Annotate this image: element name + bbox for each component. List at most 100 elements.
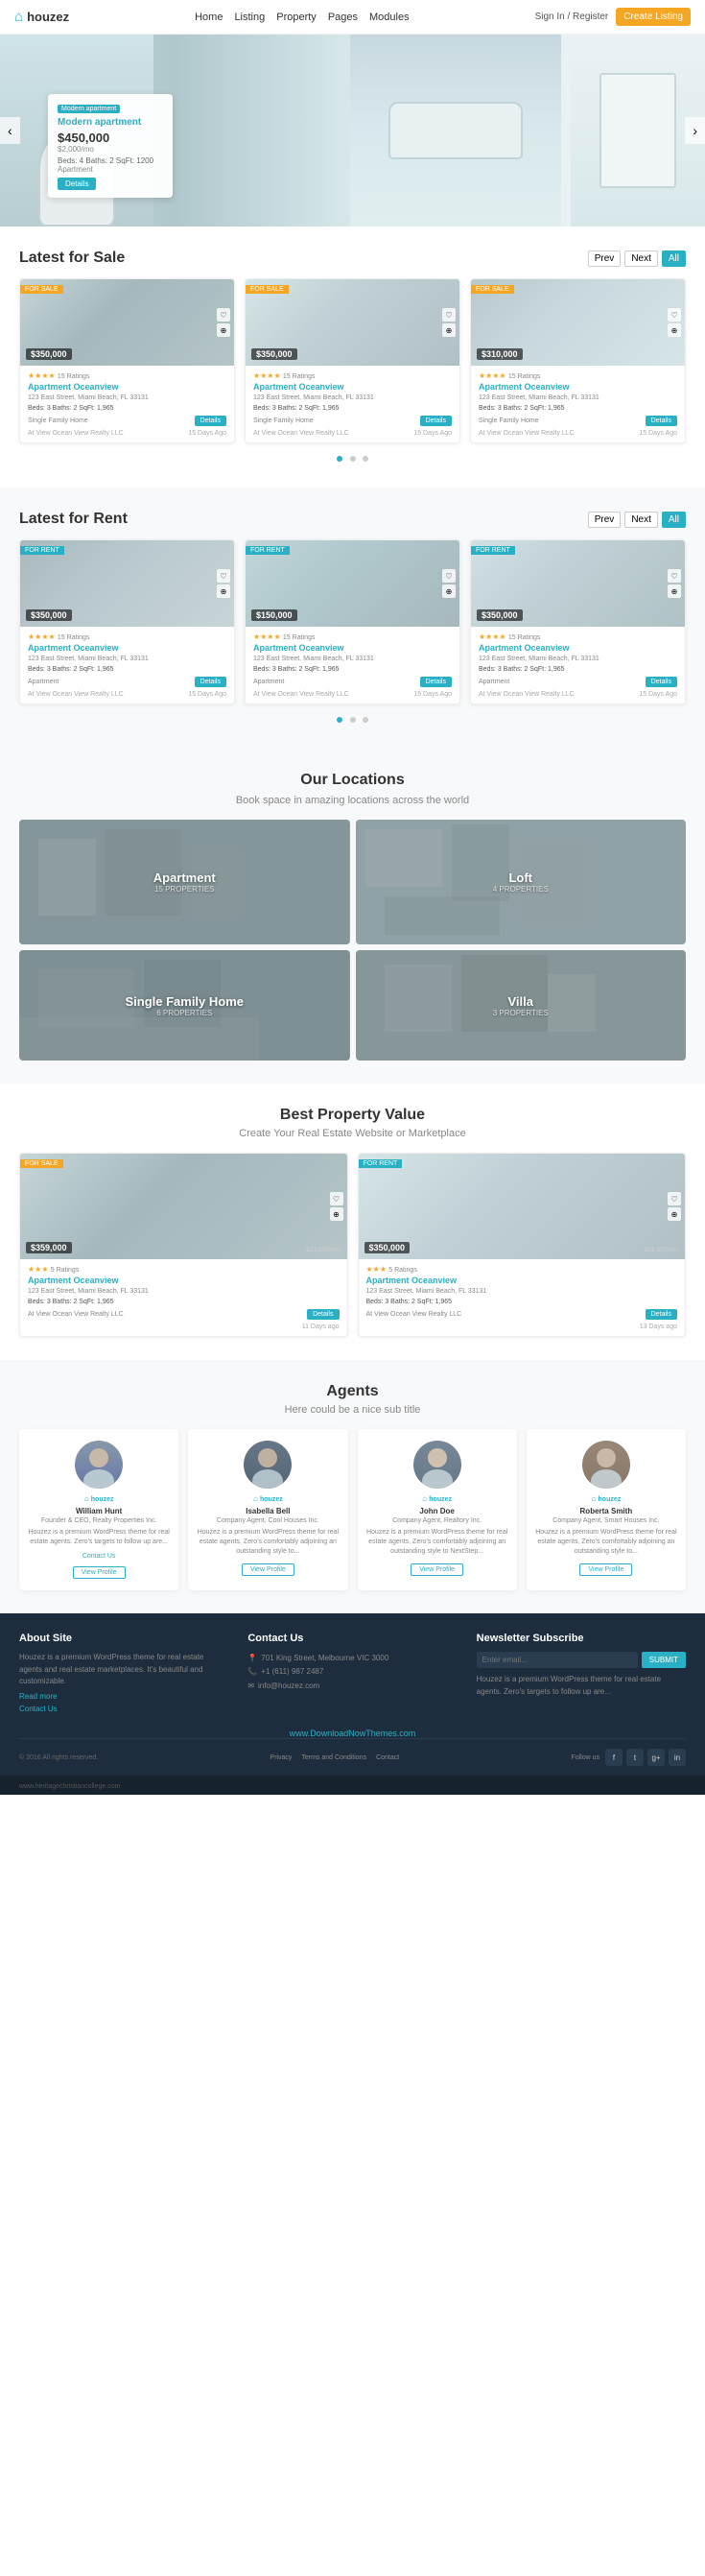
agent-2-view-profile[interactable]: View Profile	[242, 1563, 294, 1576]
rent-dot-3[interactable]	[363, 717, 368, 723]
newsletter-form: SUBMIT	[477, 1652, 686, 1668]
rent-card-3-favorite[interactable]: ♡	[668, 569, 681, 583]
sale-card-3-details-btn[interactable]: Details	[646, 416, 677, 426]
locations-section: Our Locations Book space in amazing loca…	[0, 749, 705, 1084]
sale-card-2-name[interactable]: Apartment Oceanview	[253, 382, 452, 392]
rent-next-button[interactable]: Next	[624, 512, 658, 528]
rent-dot-2[interactable]	[350, 717, 356, 723]
agent-1-contact[interactable]: Contact Us	[82, 1553, 116, 1560]
rent-card-3-stars: ★★★★ 15 Ratings	[479, 632, 677, 641]
rent-card-3-body: ★★★★ 15 Ratings Apartment Oceanview 123 …	[471, 627, 685, 704]
follow-us-label: Follow us	[571, 1754, 599, 1761]
rent-card-3-compare[interactable]: ⊕	[668, 584, 681, 598]
rent-card-3-details-btn[interactable]: Details	[646, 677, 677, 687]
sale-card-1-details-btn[interactable]: Details	[195, 416, 226, 426]
nav-pages[interactable]: Pages	[328, 12, 358, 23]
newsletter-submit[interactable]: SUBMIT	[642, 1652, 686, 1668]
sale-card-1-favorite[interactable]: ♡	[217, 308, 230, 322]
social-linkedin[interactable]: in	[669, 1749, 686, 1766]
rent-card-2-meta: At View Ocean View Realty LLC 15 Days Ag…	[253, 691, 452, 698]
rent-card-1-favorite[interactable]: ♡	[217, 569, 230, 583]
sale-card-2-details-btn[interactable]: Details	[420, 416, 452, 426]
sale-dot-1[interactable]	[337, 456, 342, 462]
rent-dot-1[interactable]	[337, 717, 342, 723]
sale-card-3-stars: ★★★★ 15 Ratings	[479, 371, 677, 380]
hero-prev-button[interactable]: ‹	[0, 117, 20, 144]
location-apartment[interactable]: Apartment 15 PROPERTIES	[19, 820, 350, 944]
nav-property[interactable]: Property	[276, 12, 317, 23]
rent-card-1-details-btn[interactable]: Details	[195, 677, 226, 687]
best-card-1-compare[interactable]: ⊕	[330, 1207, 343, 1221]
sale-prev-button[interactable]: Prev	[588, 250, 622, 267]
rent-card-2-favorite[interactable]: ♡	[442, 569, 456, 583]
rent-all-button[interactable]: All	[662, 512, 686, 528]
footer-bottom: © 2016 All rights reserved. Privacy Term…	[19, 1738, 686, 1766]
best-card-2-tag: FOR RENT	[359, 1159, 403, 1168]
best-card-2-compare[interactable]: ⊕	[668, 1207, 681, 1221]
footer-contact-bottom[interactable]: Contact	[376, 1754, 399, 1761]
social-twitter[interactable]: t	[626, 1749, 644, 1766]
best-card-2-controls: ♡ ⊕	[668, 1192, 681, 1221]
social-facebook[interactable]: f	[605, 1749, 623, 1766]
agent-card-3: ⌂ houzez John Doe Company Agent, Realtor…	[358, 1429, 517, 1590]
footer-privacy[interactable]: Privacy	[270, 1754, 292, 1761]
best-card-1: FOR SALE $359,000 $21,000/mo ♡ ⊕ ★★★ 5 R…	[19, 1153, 348, 1337]
best-property-section: Best Property Value Create Your Real Est…	[0, 1084, 705, 1360]
phone-icon: 📞	[247, 1667, 257, 1676]
rent-prev-button[interactable]: Prev	[588, 512, 622, 528]
best-card-2-name[interactable]: Apartment Oceanview	[366, 1276, 678, 1285]
best-card-1-favorite[interactable]: ♡	[330, 1192, 343, 1205]
best-card-2-favorite[interactable]: ♡	[668, 1192, 681, 1205]
location-sfh-count: 6 PROPERTIES	[156, 1009, 212, 1017]
footer-terms[interactable]: Terms and Conditions	[301, 1754, 366, 1761]
sale-card-1-compare[interactable]: ⊕	[217, 323, 230, 337]
nav-modules[interactable]: Modules	[369, 12, 410, 23]
best-card-1-details-btn[interactable]: Details	[307, 1309, 339, 1320]
sale-dot-3[interactable]	[363, 456, 368, 462]
sale-next-button[interactable]: Next	[624, 250, 658, 267]
footer-address: 📍701 King Street, Melbourne VIC 3000	[247, 1652, 457, 1665]
sale-card-1-name[interactable]: Apartment Oceanview	[28, 382, 226, 392]
hero-next-button[interactable]: ›	[685, 117, 705, 144]
sale-card-1-meta: At View Ocean View Realty LLC 15 Days Ag…	[28, 430, 226, 437]
sale-card-2-compare[interactable]: ⊕	[442, 323, 456, 337]
sale-card-3-favorite[interactable]: ♡	[668, 308, 681, 322]
newsletter-input[interactable]	[477, 1652, 638, 1668]
rent-card-1-compare[interactable]: ⊕	[217, 584, 230, 598]
rent-card-2-compare[interactable]: ⊕	[442, 584, 456, 598]
rent-card-1-meta: At View Ocean View Realty LLC 15 Days Ag…	[28, 691, 226, 698]
location-single-family[interactable]: Single Family Home 6 PROPERTIES	[19, 950, 350, 1061]
hero-property-card: Modern apartment Modern apartment $450,0…	[48, 94, 173, 198]
best-card-1-name[interactable]: Apartment Oceanview	[28, 1276, 340, 1285]
logo[interactable]: ⌂ houzez	[14, 9, 69, 25]
best-card-1-agent: At View Ocean View Realty LLC	[28, 1311, 124, 1318]
section-header-sale: Latest for Sale Prev Next All	[19, 250, 686, 267]
rent-card-2-details-btn[interactable]: Details	[420, 677, 452, 687]
sale-card-3-compare[interactable]: ⊕	[668, 323, 681, 337]
footer-read-more[interactable]: Read more	[19, 1692, 228, 1701]
footer-about-text: Houzez is a premium WordPress theme for …	[19, 1652, 228, 1688]
best-card-2-image: FOR RENT $350,000 $21,000/mo ♡ ⊕	[359, 1154, 686, 1259]
signin-button[interactable]: Sign In / Register	[535, 12, 609, 22]
agent-1-view-profile[interactable]: View Profile	[73, 1566, 126, 1579]
sale-card-3-name[interactable]: Apartment Oceanview	[479, 382, 677, 392]
footer-contact-link[interactable]: Contact Us	[19, 1705, 228, 1713]
rent-card-3-name[interactable]: Apartment Oceanview	[479, 643, 677, 653]
agent-4-view-profile[interactable]: View Profile	[579, 1563, 632, 1576]
agent-3-view-profile[interactable]: View Profile	[411, 1563, 463, 1576]
sale-dot-2[interactable]	[350, 456, 356, 462]
nav-listing[interactable]: Listing	[234, 12, 265, 23]
rent-card-3-tag: FOR RENT	[471, 546, 515, 555]
best-card-2-details-btn[interactable]: Details	[646, 1309, 677, 1320]
social-google[interactable]: g+	[647, 1749, 665, 1766]
location-villa[interactable]: Villa 3 PROPERTIES	[356, 950, 687, 1061]
nav-home[interactable]: Home	[195, 12, 223, 23]
hero-details-button[interactable]: Details	[58, 178, 96, 190]
sale-all-button[interactable]: All	[662, 250, 686, 267]
rent-card-2-name[interactable]: Apartment Oceanview	[253, 643, 452, 653]
rent-card-1-name[interactable]: Apartment Oceanview	[28, 643, 226, 653]
sale-card-2-favorite[interactable]: ♡	[442, 308, 456, 322]
location-loft[interactable]: Loft 4 PROPERTIES	[356, 820, 687, 944]
rent-card-2-stars: ★★★★ 15 Ratings	[253, 632, 452, 641]
create-listing-button[interactable]: Create Listing	[616, 8, 691, 26]
